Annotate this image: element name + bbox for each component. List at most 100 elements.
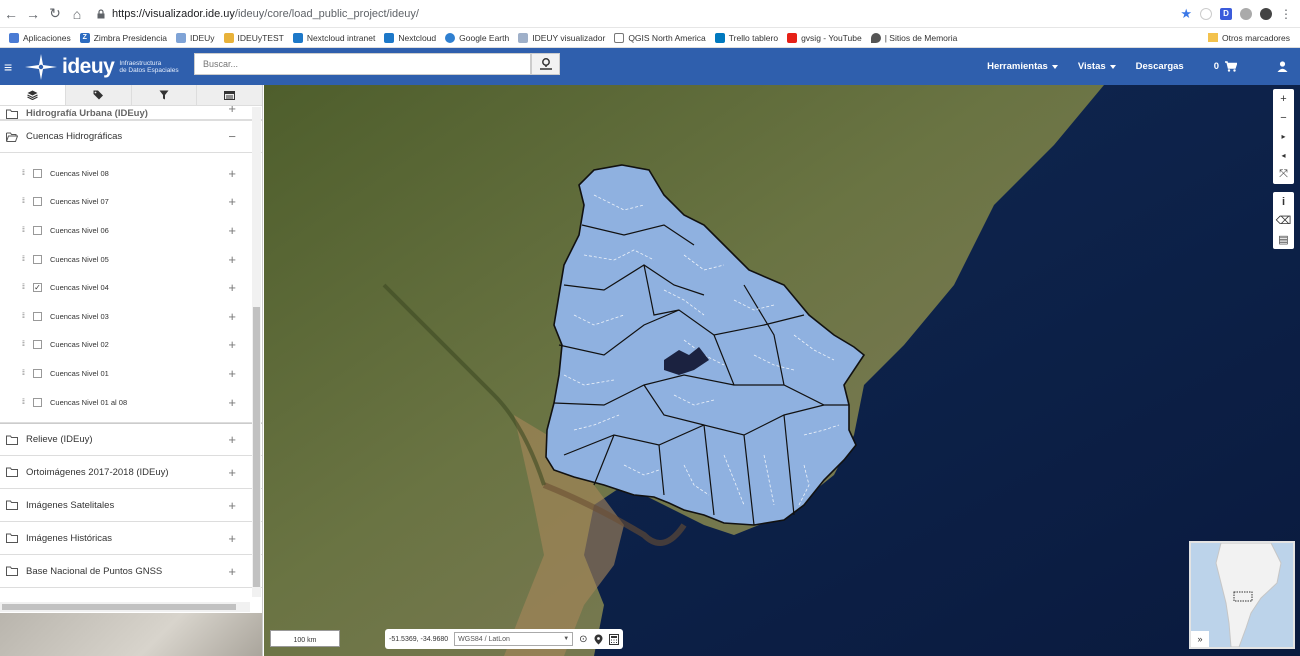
search-input[interactable] — [194, 53, 531, 75]
bookmark-item[interactable]: IDEUY visualizador — [518, 32, 605, 43]
search-location-button[interactable] — [531, 53, 560, 75]
layer-item[interactable]: ⁞⁞ Cuencas Nivel 01 al 08 + — [0, 388, 262, 417]
expand-plus-icon[interactable]: + — [228, 564, 236, 579]
bookmark-other[interactable]: Otros marcadores — [1207, 33, 1290, 43]
previous-extent-button[interactable]: ◂ — [1281, 146, 1285, 165]
layer-options-plus-icon[interactable]: + — [228, 309, 236, 324]
bookmark-item[interactable]: Aplicaciones — [9, 32, 71, 43]
tab-layers[interactable] — [0, 85, 66, 105]
layer-item[interactable]: ⁞⁞ ✓ Cuencas Nivel 04 + — [0, 273, 262, 302]
scrollbar-thumb[interactable] — [2, 604, 236, 610]
layer-item[interactable]: ⁞⁞ Cuencas Nivel 05 + — [0, 245, 262, 274]
layer-checkbox[interactable] — [33, 340, 42, 350]
layer-options-plus-icon[interactable]: + — [228, 166, 236, 181]
calculator-icon[interactable] — [608, 633, 619, 645]
bookmark-item[interactable]: Z Zimbra Presidencia — [79, 32, 167, 43]
next-extent-button[interactable]: ▸ — [1281, 127, 1285, 146]
zoom-out-button[interactable]: − — [1280, 108, 1286, 127]
bookmark-item[interactable]: IDEUyTEST — [223, 32, 284, 43]
layer-checkbox[interactable] — [33, 368, 42, 378]
url-field[interactable]: https://visualizador.ide.uy/ideuy/core/l… — [96, 8, 1180, 20]
layer-checkbox[interactable] — [33, 197, 42, 207]
layer-options-plus-icon[interactable]: + — [228, 366, 236, 381]
layer-item[interactable]: ⁞⁞ Cuencas Nivel 01 + — [0, 359, 262, 388]
expand-plus-icon[interactable]: + — [228, 432, 236, 447]
drag-handle-icon[interactable]: ⁞⁞ — [22, 399, 27, 406]
drag-handle-icon[interactable]: ⁞⁞ — [22, 370, 27, 377]
group-ortoimagenes[interactable]: Ortoimágenes 2017-2018 (IDEuy) + — [0, 456, 262, 490]
bookmark-item[interactable]: IDEUy — [175, 32, 215, 43]
drag-handle-icon[interactable]: ⁞⁞ — [22, 227, 27, 234]
bookmark-item[interactable]: Nextcloud — [384, 32, 436, 43]
layer-item[interactable]: ⁞⁞ Cuencas Nivel 06 + — [0, 216, 262, 245]
layer-options-plus-icon[interactable]: + — [228, 194, 236, 209]
layer-item[interactable]: ⁞⁞ Cuencas Nivel 02 + — [0, 331, 262, 360]
target-icon[interactable]: ⊙ — [579, 634, 587, 645]
tab-tags[interactable] — [65, 85, 132, 105]
bookmark-item[interactable]: Trello tablero — [714, 32, 778, 43]
expand-plus-icon[interactable]: + — [228, 106, 236, 116]
menu-descargas[interactable]: Descargas — [1136, 61, 1184, 72]
group-puntos-gnss[interactable]: Base Nacional de Puntos GNSS + — [0, 555, 262, 589]
group-cuencas-hidrograficas[interactable]: Cuencas Hidrográficas − — [0, 120, 262, 153]
bookmark-item[interactable]: | Sitios de Memoria — [870, 32, 957, 43]
overview-toggle-button[interactable]: » — [1191, 631, 1209, 647]
layer-item[interactable]: ⁞⁞ Cuencas Nivel 08 + — [0, 159, 262, 188]
layer-checkbox[interactable] — [33, 225, 42, 235]
projection-select[interactable]: WGS84 / LatLon ▼ — [454, 632, 574, 646]
layer-item[interactable]: ⁞⁞ Cuencas Nivel 03 + — [0, 302, 262, 331]
id-card-button[interactable]: ▤ — [1278, 230, 1288, 249]
menu-vistas[interactable]: Vistas — [1078, 61, 1116, 72]
layer-options-plus-icon[interactable]: + — [228, 337, 236, 352]
drag-handle-icon[interactable]: ⁞⁞ — [22, 170, 27, 177]
extension-d-icon[interactable]: D — [1220, 7, 1232, 20]
hamburger-menu-icon[interactable]: ≡ — [4, 59, 22, 75]
group-hidrografia-urbana[interactable]: Hidrografía Urbana (IDEuy) + — [0, 106, 262, 120]
bookmark-item[interactable]: gvsig - YouTube — [787, 32, 862, 43]
layer-checkbox[interactable] — [33, 397, 42, 407]
star-icon[interactable]: ★ — [1180, 6, 1192, 22]
drag-handle-icon[interactable]: ⁞⁞ — [22, 256, 27, 263]
overview-map[interactable]: » — [1189, 541, 1295, 649]
layer-options-plus-icon[interactable]: + — [228, 252, 236, 267]
extension-icon[interactable] — [1200, 7, 1212, 20]
tab-legend[interactable] — [197, 85, 262, 105]
home-icon[interactable]: ⌂ — [66, 6, 88, 22]
drag-handle-icon[interactable]: ⁞⁞ — [22, 284, 27, 291]
drag-handle-icon[interactable]: ⁞⁞ — [22, 341, 27, 348]
bookmark-item[interactable]: QGIS North America — [614, 32, 706, 43]
map-view[interactable]: + − ▸ ◂ ⤧ i ⌫ ▤ 100 km -51.5369, -34.968… — [264, 85, 1300, 656]
location-pin-icon[interactable] — [594, 634, 603, 645]
info-button[interactable]: i — [1282, 192, 1285, 211]
layer-item[interactable]: ⁞⁞ Cuencas Nivel 07 + — [0, 188, 262, 217]
reload-icon[interactable]: ↻ — [44, 5, 66, 22]
panel-vertical-scrollbar[interactable] — [252, 107, 261, 597]
group-imagenes-historicas[interactable]: Imágenes Históricas + — [0, 522, 262, 556]
back-icon[interactable]: ← — [0, 6, 22, 22]
cart-button[interactable]: 0 — [1214, 61, 1237, 72]
menu-herramientas[interactable]: Herramientas — [987, 61, 1058, 72]
drag-handle-icon[interactable]: ⁞⁞ — [22, 313, 27, 320]
group-relieve[interactable]: Relieve (IDEuy) + — [0, 423, 262, 457]
drag-handle-icon[interactable]: ⁞⁞ — [22, 198, 27, 205]
kebab-menu-icon[interactable]: ⋮ — [1280, 7, 1292, 21]
full-extent-button[interactable]: ⤧ — [1279, 165, 1288, 184]
bookmark-item[interactable]: Nextcloud intranet — [292, 32, 375, 43]
layer-checkbox[interactable] — [33, 254, 42, 264]
zoom-in-button[interactable]: + — [1280, 89, 1286, 108]
ideuy-logo[interactable]: ideuy Infraestructura de Datos Espaciale… — [24, 53, 179, 81]
layer-checkbox[interactable] — [33, 168, 42, 178]
collapse-minus-icon[interactable]: − — [228, 129, 236, 144]
layer-checkbox-checked[interactable]: ✓ — [33, 283, 42, 293]
profile-icon[interactable] — [1260, 7, 1272, 20]
eraser-button[interactable]: ⌫ — [1276, 211, 1292, 230]
user-button[interactable] — [1277, 61, 1288, 72]
layer-options-plus-icon[interactable]: + — [228, 395, 236, 410]
tab-filter[interactable] — [131, 85, 198, 105]
layer-options-plus-icon[interactable]: + — [228, 223, 236, 238]
panel-horizontal-scrollbar[interactable] — [0, 602, 250, 612]
bookmark-item[interactable]: Google Earth — [445, 32, 509, 43]
expand-plus-icon[interactable]: + — [228, 498, 236, 513]
scrollbar-thumb[interactable] — [253, 307, 260, 587]
expand-plus-icon[interactable]: + — [228, 531, 236, 546]
